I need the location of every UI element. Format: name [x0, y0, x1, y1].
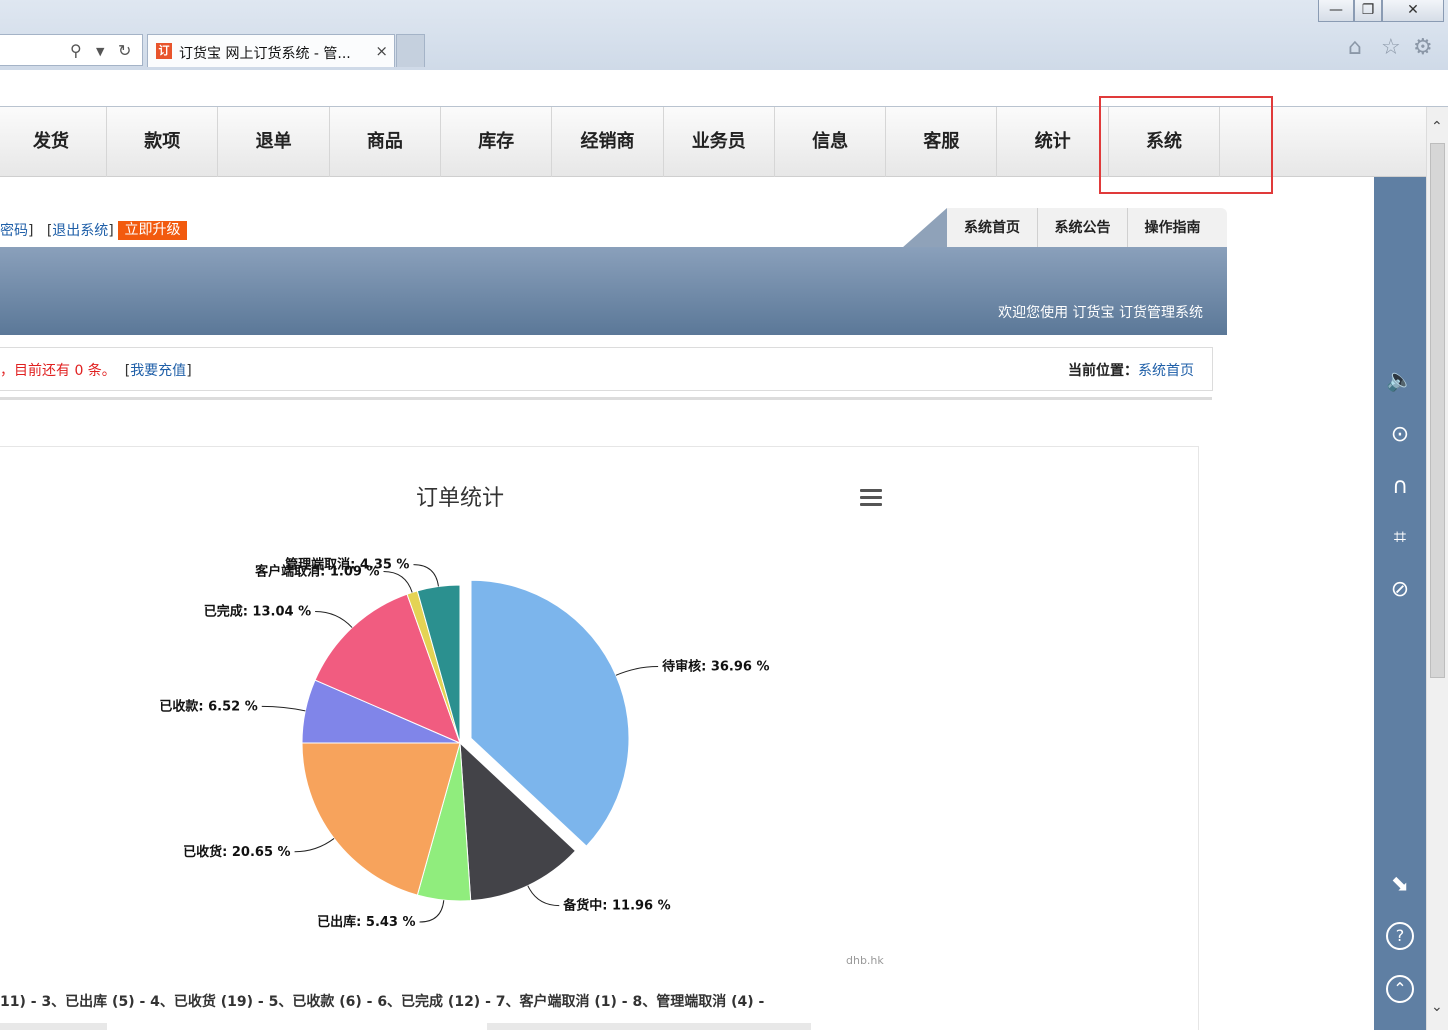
gear-icon[interactable]: ⚙ — [1413, 35, 1433, 60]
divider — [0, 397, 1212, 400]
slice-label: 已收款: 6.52 % — [159, 698, 257, 714]
breadcrumb: 当前位置：系统首页 — [1068, 360, 1194, 380]
breadcrumb-link[interactable]: 系统首页 — [1138, 363, 1194, 379]
slice-label: 备货中: 11.96 % — [562, 898, 670, 914]
label-connector — [383, 570, 413, 593]
scroll-down-icon[interactable]: ⌄ — [1431, 999, 1443, 1015]
sms-remaining-text: ，目前还有 0 条。 — [0, 363, 116, 379]
back-to-top-icon[interactable]: ⌃ — [1386, 975, 1414, 1003]
bottom-strip — [487, 1023, 811, 1030]
tab-guide[interactable]: 操作指南 — [1127, 208, 1217, 248]
label-connector — [527, 885, 560, 907]
nav-item[interactable]: 发货 — [0, 107, 107, 177]
bracket: ] — [108, 223, 114, 239]
welcome-banner: 欢迎您使用 订货宝 订货管理系统 — [0, 247, 1227, 335]
tab-system-notice[interactable]: 系统公告 — [1037, 208, 1127, 248]
slice-label: 已出库: 5.43 % — [317, 914, 415, 930]
status-summary: 11) - 3、已出库 (5) - 4、已收货 (19) - 5、已收款 (6)… — [0, 994, 765, 1010]
nav-item[interactable]: 客服 — [886, 107, 998, 177]
scan-icon[interactable]: ⌗ — [1386, 524, 1414, 552]
vertical-scrollbar[interactable]: ⌃ ⌄ — [1426, 107, 1448, 1030]
label-connector — [615, 666, 659, 676]
scroll-up-icon[interactable]: ⌃ — [1431, 119, 1443, 135]
browser-tab[interactable]: 订 订货宝 网上订货系统 - 管... × — [147, 34, 395, 67]
change-password-link[interactable]: 密码 — [0, 223, 28, 239]
home-icon[interactable]: ⌂ — [1348, 35, 1362, 60]
nav-item[interactable]: 统计 — [998, 107, 1109, 177]
location-label: 当前位置： — [1068, 363, 1138, 379]
close-icon[interactable]: × — [375, 42, 388, 60]
dropdown-icon[interactable]: ▼ — [96, 45, 104, 58]
nav-item[interactable]: 业务员 — [664, 107, 775, 177]
nav-item[interactable]: 款项 — [107, 107, 219, 177]
favicon-icon: 订 — [156, 43, 172, 59]
label-connector — [413, 564, 439, 587]
label-connector — [419, 900, 445, 923]
sms-notice: ，目前还有 0 条。 [我要充值] — [0, 360, 192, 380]
compass-icon[interactable]: ⊘ — [1386, 576, 1414, 604]
slice-label: 待审核: 36.96 % — [661, 659, 769, 675]
nav-item[interactable]: 退单 — [219, 107, 330, 177]
logout-link[interactable]: 退出系统 — [52, 223, 108, 239]
slice-label: 已完成: 13.04 % — [204, 603, 311, 619]
nav-item[interactable]: 商品 — [330, 107, 441, 177]
user-links: 密码] [退出系统] — [0, 220, 114, 240]
label-connector — [315, 610, 353, 628]
recharge-link[interactable]: 我要充值 — [130, 363, 186, 379]
headset-icon[interactable]: ∩ — [1386, 473, 1414, 501]
bracket: ] — [186, 363, 192, 379]
new-tab-button[interactable] — [396, 34, 425, 67]
scrollbar-thumb[interactable] — [1430, 143, 1445, 678]
page-tabs: 系统首页 系统公告 操作指南 — [902, 208, 1227, 248]
welcome-text: 欢迎您使用 订货宝 订货管理系统 — [998, 305, 1203, 321]
tab-title: 订货宝 网上订货系统 - 管... — [179, 46, 351, 62]
side-toolbar: 🔈 ⊙ ∩ ⌗ ⊘ ⬊? ⌃ — [1374, 177, 1426, 1030]
highlight-annotation — [1099, 96, 1273, 194]
bracket: ] [ — [28, 223, 53, 239]
nav-item[interactable]: 库存 — [441, 107, 553, 177]
nav-item[interactable]: 经销商 — [553, 107, 664, 177]
help-icon[interactable]: ? — [1386, 922, 1414, 950]
label-connector — [294, 838, 335, 853]
settings-icon[interactable]: ⊙ — [1386, 421, 1414, 449]
chart-credit[interactable]: dhb.hk — [846, 954, 884, 967]
tab-system-home[interactable]: 系统首页 — [947, 208, 1037, 248]
upgrade-button[interactable]: 立即升级 — [118, 221, 187, 240]
search-icon[interactable]: ⚲ — [70, 41, 82, 60]
minimize-button[interactable]: — — [1318, 0, 1354, 22]
bottom-strip — [0, 1023, 107, 1030]
address-bar[interactable]: ⚲ ▼ ↻ — [0, 34, 143, 66]
export-icon[interactable]: ⬊ — [1386, 871, 1414, 899]
restore-button[interactable]: ❐ — [1354, 0, 1382, 22]
refresh-icon[interactable]: ↻ — [118, 41, 131, 60]
slice-label: 已收货: 20.65 % — [183, 844, 290, 860]
notice-bar: ，目前还有 0 条。 [我要充值] 当前位置：系统首页 — [0, 347, 1213, 391]
tabs-slope — [902, 208, 947, 248]
speaker-icon[interactable]: 🔈 — [1386, 367, 1414, 395]
slice-label: 管理端取消: 4.35 % — [285, 557, 409, 573]
pie-chart: 待审核: 36.96 % 备货中: 11.96 % 已出库: 5.43 % 已收货: … — [159, 557, 769, 930]
nav-item[interactable]: 信息 — [775, 107, 887, 177]
label-connector — [261, 705, 306, 712]
close-window-button[interactable]: ✕ — [1382, 0, 1444, 22]
star-icon[interactable]: ☆ — [1381, 35, 1401, 60]
